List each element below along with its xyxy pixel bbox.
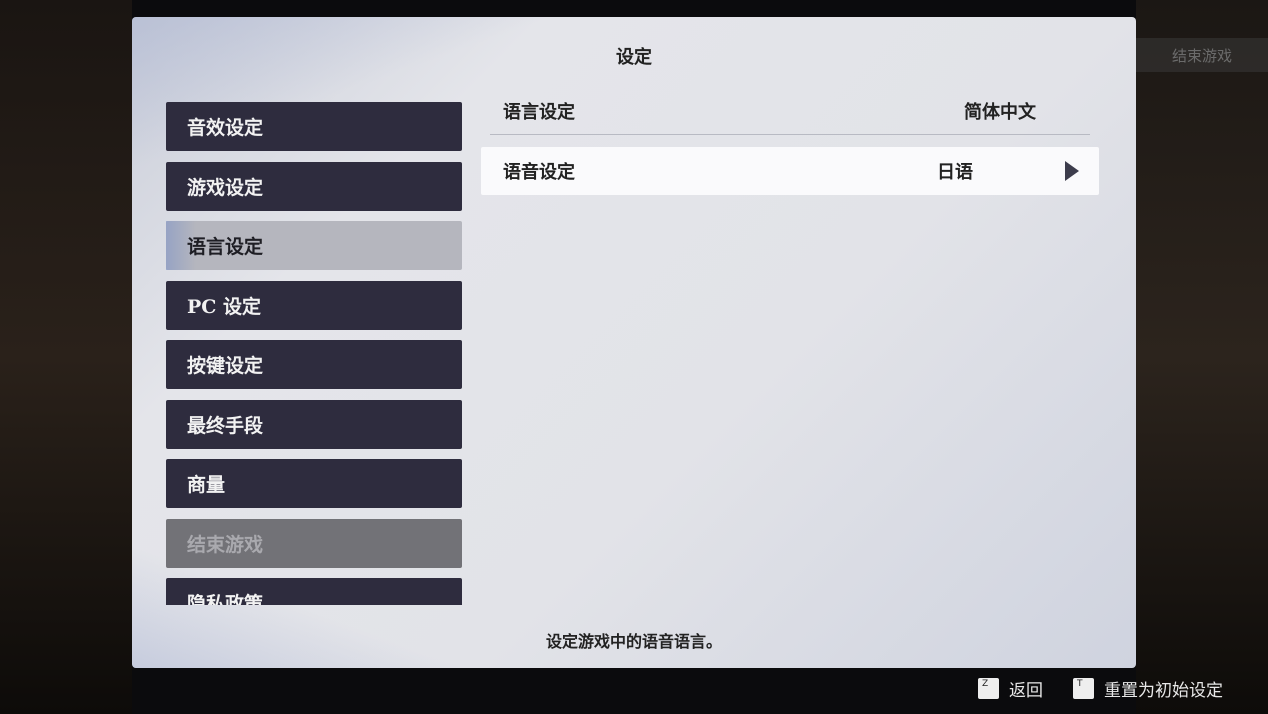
menu-item-consult[interactable]: 商量 [166,459,462,508]
setting-row-language[interactable]: 语言设定 简体中文 [490,87,1090,135]
setting-value: 日语 [937,162,973,183]
menu-item-game[interactable]: 游戏设定 [166,161,462,211]
menu-item-keys[interactable]: 按键设定 [166,340,462,389]
setting-label: 语音设定 [503,162,575,183]
reset-button[interactable]: T 重置为初始设定 [1073,676,1223,701]
menu-item-sound[interactable]: 音效设定 [166,102,462,151]
menu-item-label: 语言设定 [187,236,264,258]
setting-row-voice[interactable]: 语音设定 日语 [481,147,1099,195]
settings-panel: 设定 音效设定 游戏设定 语言设定 PC 设定 按键设定 最终手段 商量 结束游… [132,17,1136,668]
menu-item-pc[interactable]: PC 设定 [166,280,462,330]
back-label: 返回 [1009,681,1043,701]
description-text: 设定游戏中的语音语言。 [545,632,722,651]
z-key-icon: Z [978,678,999,699]
background-end-game-button: 结束游戏 [1136,38,1268,72]
setting-label: 语言设定 [503,101,575,123]
reset-label: 重置为初始设定 [1104,681,1223,701]
arrow-right-icon[interactable] [1065,161,1079,181]
menu-item-end-game: 结束游戏 [166,518,462,568]
menu-item-privacy[interactable]: 隐私政策 [166,578,462,605]
t-key-icon: T [1073,678,1094,699]
background-right [1136,0,1268,714]
back-button[interactable]: Z 返回 [978,676,1043,701]
page-title: 设定 [616,47,652,68]
settings-menu[interactable]: 音效设定 游戏设定 语言设定 PC 设定 按键设定 最终手段 商量 结束游戏 隐… [166,102,462,605]
menu-item-last-resort[interactable]: 最终手段 [166,399,462,449]
setting-value: 简体中文 [964,101,1036,123]
background-left [0,0,132,714]
menu-item-language[interactable]: 语言设定 [166,221,462,270]
